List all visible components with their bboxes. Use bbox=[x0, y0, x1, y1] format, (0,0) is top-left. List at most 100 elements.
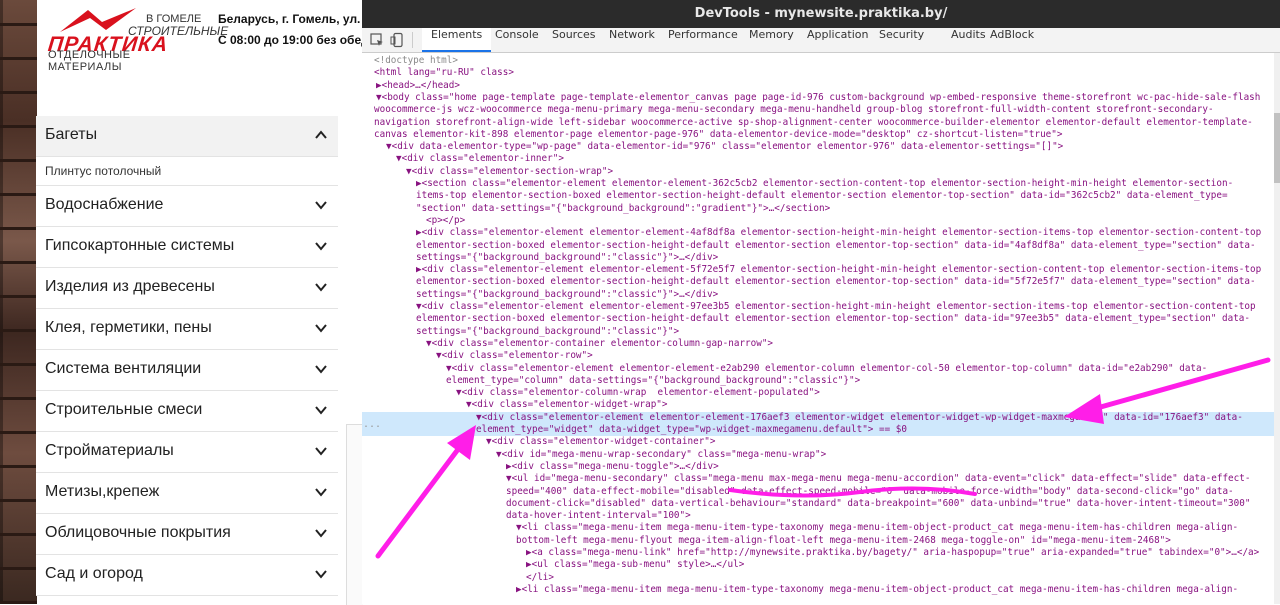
scrollbar-thumb[interactable] bbox=[1274, 113, 1280, 183]
menu-item-label: Плинтус потолочный bbox=[45, 164, 162, 178]
dom-node-line[interactable]: ▼<div class="elementor-column-wrap eleme… bbox=[362, 387, 1274, 399]
chevron-down-icon[interactable] bbox=[314, 567, 328, 581]
dom-node-line[interactable]: bottom-left mega-menu-flyout mega-item-a… bbox=[362, 535, 1274, 547]
menu-item-label: Стройматериалы bbox=[45, 442, 174, 459]
menu-item-label: Облицовочные покрытия bbox=[45, 524, 231, 541]
menu-item[interactable]: Гипсокартонные системы bbox=[36, 227, 338, 268]
chevron-down-icon[interactable] bbox=[314, 239, 328, 253]
chevron-down-icon[interactable] bbox=[314, 526, 328, 540]
dom-node-line[interactable]: elementor-section-boxed elementor-sectio… bbox=[362, 313, 1274, 325]
dom-node-line[interactable]: ▼<body class="home page-template page-te… bbox=[362, 92, 1274, 104]
dom-node-line[interactable]: canvas elementor-kit-898 elementor-page … bbox=[362, 129, 1274, 141]
dom-node-line[interactable]: ▼<div class="elementor-element elementor… bbox=[362, 363, 1274, 375]
menu-item-label: Строительные смеси bbox=[45, 401, 203, 418]
scrollbar-track[interactable] bbox=[1274, 53, 1280, 604]
chevron-up-icon[interactable] bbox=[314, 128, 328, 142]
tab-console[interactable]: Console bbox=[495, 28, 539, 52]
menu-item-label: Система вентиляции bbox=[45, 360, 202, 377]
dom-node-line[interactable]: <p></p> bbox=[362, 215, 1274, 227]
dom-node-line[interactable]: data-hover-intent-interval="100"> bbox=[362, 510, 1274, 522]
dom-node-line[interactable]: <html lang="ru-RU" class> bbox=[362, 67, 1274, 79]
menu-item-label: Клея, герметики, пены bbox=[45, 319, 212, 336]
category-menu: Багеты Плинтус потолочный Водоснабжение Гип… bbox=[36, 116, 338, 596]
contact-address: Беларусь, г. Гомель, ул. Б bbox=[218, 12, 373, 26]
menu-item-label: Гипсокартонные системы bbox=[45, 237, 235, 254]
elements-tree[interactable]: <!doctype html> <html lang="ru-RU" class>… bbox=[362, 53, 1274, 604]
dom-node-line[interactable]: settings="{"background_background":"clas… bbox=[362, 326, 1274, 338]
menu-item[interactable]: Водоснабжение bbox=[36, 186, 338, 227]
tab-sources[interactable]: Sources bbox=[552, 28, 596, 52]
dom-node-line[interactable]: ▶<li class="mega-menu-item mega-menu-ite… bbox=[362, 584, 1274, 596]
dom-node-line[interactable]: settings="{"background_background":"clas… bbox=[362, 252, 1274, 264]
gutter-ellipsis[interactable]: ... bbox=[363, 419, 381, 430]
menu-item-label: Водоснабжение bbox=[45, 196, 164, 213]
dom-node-line[interactable]: document-click="disabled" data-vertical-… bbox=[362, 498, 1274, 510]
tab-performance[interactable]: Performance bbox=[668, 28, 738, 52]
menu-item[interactable]: Система вентиляции bbox=[36, 350, 338, 391]
dom-node-line[interactable]: </li> bbox=[362, 572, 1274, 584]
menu-item[interactable]: Облицовочные покрытия bbox=[36, 514, 338, 555]
site-logo[interactable]: В ГОМЕЛЕ СТРОИТЕЛЬНЫЕ ПРАКТИКА ОТДЕЛОЧНЫ… bbox=[44, 4, 228, 73]
dom-node-line[interactable]: settings="{"background_background":"clas… bbox=[362, 289, 1274, 301]
menu-item[interactable]: Сад и огород bbox=[36, 555, 338, 596]
dom-node-line[interactable]: navigation storefront-align-wide left-si… bbox=[362, 117, 1274, 129]
content-box-edge bbox=[346, 424, 363, 605]
dom-node-line[interactable]: "section" data-settings="{"background_ba… bbox=[362, 203, 1274, 215]
dom-node-line[interactable]: ▼<ul id="mega-menu-secondary" class="meg… bbox=[362, 473, 1274, 485]
menu-item[interactable]: Строительные смеси bbox=[36, 391, 338, 432]
devtools-window: DevTools - mynewsite.praktika.by/ Elemen… bbox=[362, 0, 1280, 604]
dom-node-line[interactable]: ▶<a class="mega-menu-link" href="http://… bbox=[362, 547, 1274, 559]
tab-memory[interactable]: Memory bbox=[749, 28, 794, 52]
chevron-down-icon[interactable] bbox=[314, 485, 328, 499]
dom-node-line[interactable]: ▶<div class="elementor-element elementor… bbox=[362, 264, 1274, 276]
tab-network[interactable]: Network bbox=[609, 28, 655, 52]
chevron-down-icon[interactable] bbox=[314, 362, 328, 376]
dom-node-line[interactable]: ▼<div class="elementor-inner"> bbox=[362, 153, 1274, 165]
dom-node-line[interactable]: woocommerce-js wcz-woocommerce mega-menu… bbox=[362, 104, 1274, 116]
devtools-title: DevTools - mynewsite.praktika.by/ bbox=[362, 0, 1280, 28]
menu-item[interactable]: Плинтус потолочный bbox=[36, 157, 338, 186]
dom-node-line[interactable]: elementor-section-boxed elementor-sectio… bbox=[362, 276, 1274, 288]
device-toolbar-icon[interactable] bbox=[390, 32, 406, 48]
dom-node-line[interactable]: ▶<div class="mega-menu-toggle">…</div> bbox=[362, 461, 1274, 473]
dom-node-line[interactable]: ▶<div class="elementor-element elementor… bbox=[362, 227, 1274, 239]
dom-node-line[interactable]: ▶<head>…</head> bbox=[362, 80, 1274, 92]
dom-node-line[interactable]: ▼<div class="elementor-element elementor… bbox=[362, 301, 1274, 313]
menu-item[interactable]: Метизы,крепеж bbox=[36, 473, 338, 514]
chevron-down-icon[interactable] bbox=[314, 403, 328, 417]
tab-application[interactable]: Application bbox=[807, 28, 868, 52]
menu-item[interactable]: Багеты bbox=[36, 116, 338, 157]
menu-item[interactable]: Стройматериалы bbox=[36, 432, 338, 473]
dom-node-line[interactable]: ▼<div data-elementor-type="wp-page" data… bbox=[362, 141, 1274, 153]
devtools-tabbar: Elements Console Sources Network Performance… bbox=[362, 28, 1280, 53]
dom-node-line[interactable]: ▼<div class="elementor-element elementor… bbox=[362, 411, 1274, 424]
doctype-line[interactable]: <!doctype html> bbox=[362, 55, 1274, 67]
tab-security[interactable]: Security bbox=[879, 28, 924, 52]
menu-item[interactable]: Изделия из древесены bbox=[36, 268, 338, 309]
menu-item[interactable]: Клея, герметики, пены bbox=[36, 309, 338, 350]
chevron-down-icon[interactable] bbox=[314, 198, 328, 212]
dom-node-line[interactable]: items-top elementor-section-boxed elemen… bbox=[362, 190, 1274, 202]
menu-item-label: Изделия из древесены bbox=[45, 278, 215, 295]
inspect-element-icon[interactable] bbox=[369, 32, 385, 48]
dom-node-line[interactable]: element_type="column" data-settings="{"b… bbox=[362, 375, 1274, 387]
dom-node-line[interactable]: ▼<li class="mega-menu-item mega-menu-ite… bbox=[362, 522, 1274, 534]
tab-audits[interactable]: Audits bbox=[951, 28, 986, 52]
dom-node-line[interactable]: ▼<div class="elementor-section-wrap"> bbox=[362, 166, 1274, 178]
tab-elements[interactable]: Elements bbox=[422, 28, 492, 52]
chevron-down-icon[interactable] bbox=[314, 444, 328, 458]
chevron-down-icon[interactable] bbox=[314, 321, 328, 335]
dom-node-line[interactable]: ▼<div class="elementor-widget-wrap"> bbox=[362, 399, 1274, 411]
dom-node-line[interactable]: ▼<div class="elementor-widget-container"… bbox=[362, 436, 1274, 448]
dom-node-line[interactable]: element_type="widget" data-widget_type="… bbox=[362, 424, 1274, 437]
dom-node-line[interactable]: ▶<section class="elementor-element eleme… bbox=[362, 178, 1274, 190]
dom-node-line[interactable]: ▼<div class="elementor-container element… bbox=[362, 338, 1274, 350]
menu-item-label: Метизы,крепеж bbox=[45, 483, 160, 500]
chevron-down-icon[interactable] bbox=[314, 280, 328, 294]
dom-node-line[interactable]: ▼<div class="elementor-row"> bbox=[362, 350, 1274, 362]
tab-adblock[interactable]: AdBlock bbox=[990, 28, 1034, 52]
dom-node-line[interactable]: ▶<ul class="mega-sub-menu" style>…</ul> bbox=[362, 559, 1274, 571]
dom-node-line[interactable]: ▼<div id="mega-menu-wrap-secondary" clas… bbox=[362, 449, 1274, 461]
dom-node-line[interactable]: speed="400" data-effect-mobile="disabled… bbox=[362, 486, 1274, 498]
dom-node-line[interactable]: elementor-section-boxed elementor-sectio… bbox=[362, 240, 1274, 252]
